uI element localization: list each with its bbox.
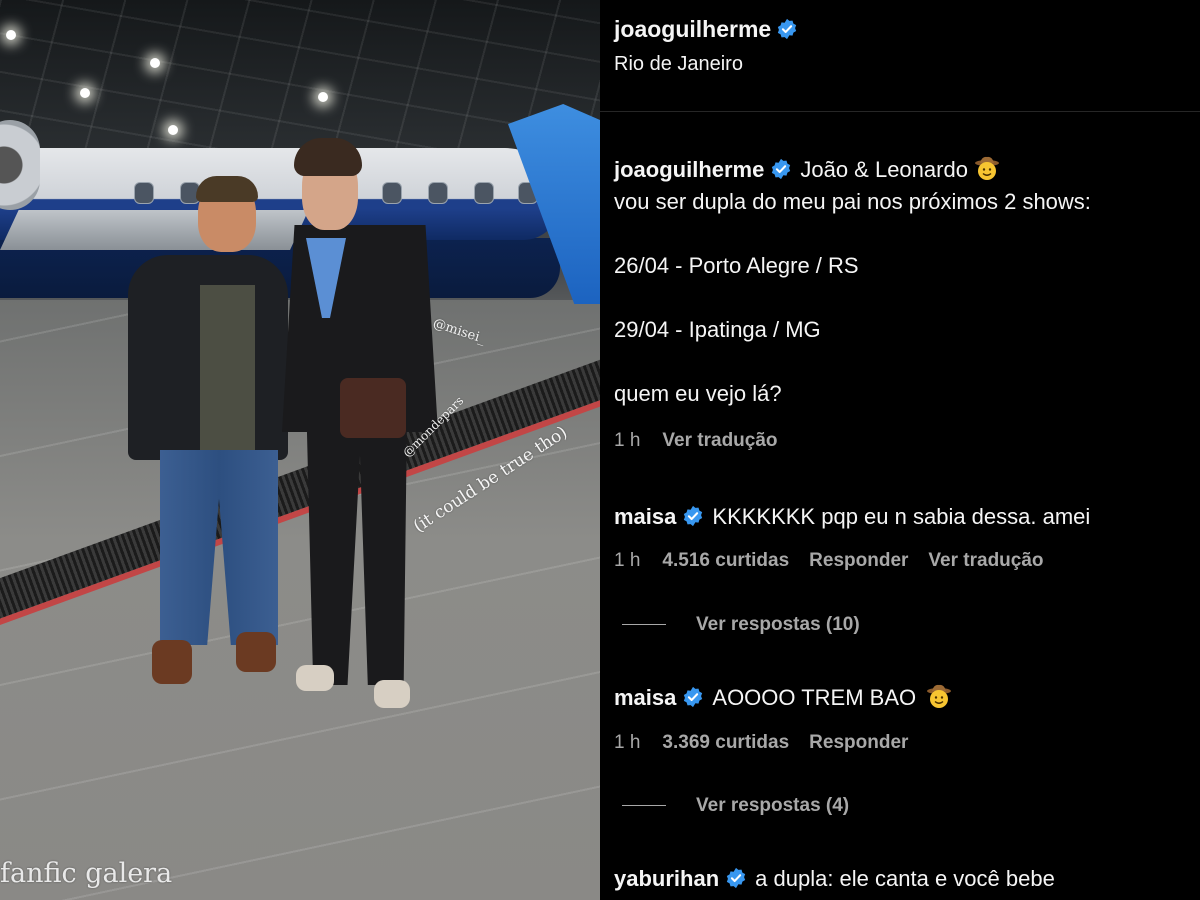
person-right-bag: [340, 378, 406, 438]
person-left-hair: [196, 176, 258, 202]
verified-badge-icon: [684, 505, 703, 527]
caption-meta: 1 h Ver tradução: [614, 430, 798, 452]
jet-engine: [0, 120, 40, 210]
post-author-username[interactable]: joaoguilherme: [614, 16, 771, 42]
view-replies-label: Ver respostas (10): [696, 614, 860, 635]
post-caption: joaoguilherme João & Leonardo vou ser dup…: [614, 154, 1184, 410]
comment-timestamp: 1 h: [614, 550, 641, 571]
caption-closing: quem eu vejo lá?: [614, 381, 782, 406]
post-location[interactable]: Rio de Janeiro: [614, 53, 798, 76]
person-right-shoe: [374, 680, 410, 708]
see-translation-button[interactable]: Ver tradução: [928, 550, 1043, 571]
verified-badge-icon: [772, 158, 791, 180]
ceiling-light: [168, 125, 178, 135]
ceiling-light: [150, 58, 160, 68]
jet-window: [382, 182, 402, 204]
view-replies-button[interactable]: Ver respostas (4): [622, 795, 849, 817]
comment-likes[interactable]: 4.516 curtidas: [662, 550, 789, 571]
verified-badge-icon: [684, 686, 703, 708]
comment-username[interactable]: yaburihan: [614, 866, 719, 891]
caption-show-1: 26/04 - Porto Alegre / RS: [614, 253, 859, 278]
cowboy-face-icon: [927, 684, 952, 708]
person-left-shirt: [200, 285, 255, 455]
watermark-text: fanfic galera: [0, 858, 173, 889]
comment-meta: 1 h 3.369 curtidas Responder: [614, 732, 928, 754]
verified-badge-icon: [726, 867, 746, 889]
comment-item: maisa AOOOO TREM BAO: [614, 682, 1184, 714]
caption-lead-text: João & Leonardo: [800, 157, 968, 182]
caption-line-2: vou ser dupla do meu pai nos próximos 2 …: [614, 189, 1091, 214]
comment-text: KKKKKKK pqp eu n sabia dessa. amei: [712, 504, 1091, 529]
caption-timestamp: 1 h: [614, 430, 641, 451]
comments-panel: joaoguilherme Rio de Janeiro joaoguilher…: [600, 0, 1200, 900]
reply-button[interactable]: Responder: [809, 550, 908, 571]
comment-text: a dupla: ele canta e você bebe: [755, 866, 1055, 891]
person-right-shoe: [296, 665, 334, 691]
header-divider: [600, 111, 1200, 112]
jet-window: [474, 182, 494, 204]
post-photo[interactable]: @misei_ @mondepars (it could be true tho…: [0, 0, 600, 900]
reply-button[interactable]: Responder: [809, 732, 908, 753]
person-right-hair: [294, 138, 362, 176]
jet-window: [134, 182, 154, 204]
comment-timestamp: 1 h: [614, 732, 641, 753]
comment-item: yaburihan a dupla: ele canta e você bebe: [614, 863, 1184, 895]
ceiling-light: [318, 92, 328, 102]
comment-meta: 1 h 4.516 curtidas Responder Ver tradução: [614, 550, 1064, 572]
ceiling-light: [6, 30, 16, 40]
comment-likes[interactable]: 3.369 curtidas: [662, 732, 789, 753]
comment-text: AOOOO TREM BAO: [712, 685, 917, 710]
jet-window: [428, 182, 448, 204]
jet-wing: [0, 210, 309, 250]
view-replies-label: Ver respostas (4): [696, 795, 850, 816]
comment-username[interactable]: maisa: [614, 504, 676, 529]
person-left-shoe: [152, 640, 192, 684]
view-replies-button[interactable]: Ver respostas (10): [622, 614, 860, 636]
comment-item: maisa KKKKKKK pqp eu n sabia dessa. amei: [614, 501, 1184, 533]
ceiling-light: [80, 88, 90, 98]
post-header: joaoguilherme Rio de Janeiro: [614, 16, 798, 76]
caption-author-username[interactable]: joaoguilherme: [614, 157, 764, 182]
replies-divider-line: [622, 624, 666, 626]
comment-username[interactable]: maisa: [614, 685, 676, 710]
person-left-shoe: [236, 632, 276, 672]
caption-show-2: 29/04 - Ipatinga / MG: [614, 317, 821, 342]
cowboy-face-icon: [974, 156, 999, 180]
replies-divider-line: [622, 805, 666, 807]
see-translation-button[interactable]: Ver tradução: [662, 430, 777, 451]
verified-badge-icon: [778, 18, 797, 40]
